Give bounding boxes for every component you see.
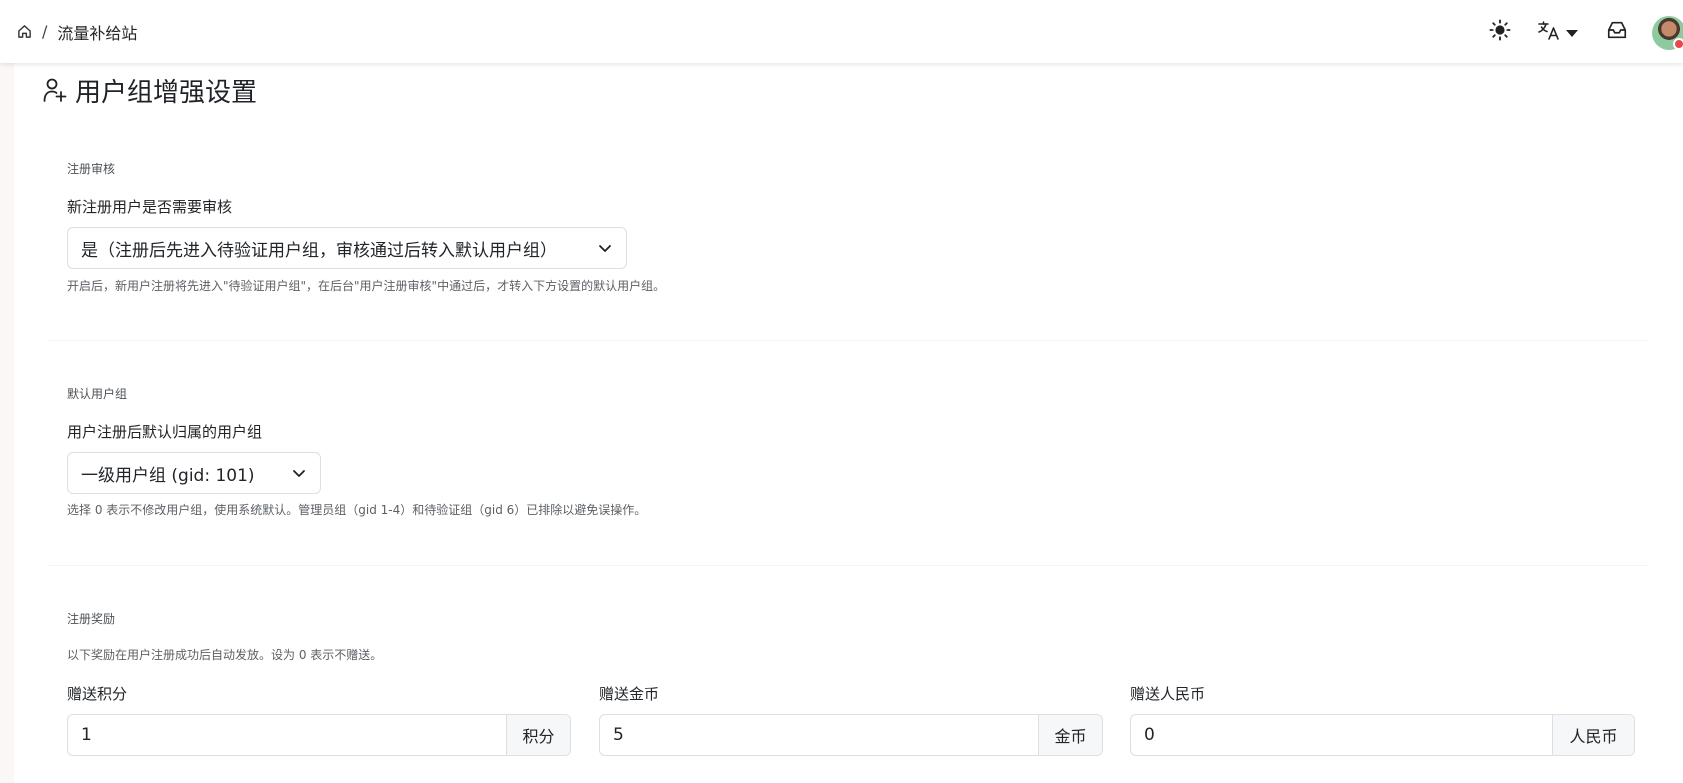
user-plus-icon xyxy=(43,77,67,103)
breadcrumb: / 流量补给站 xyxy=(17,0,137,63)
reward-points-label: 赠送积分 xyxy=(67,685,128,703)
theme-toggle-button[interactable] xyxy=(1486,18,1514,46)
reward-gold-unit: 金币 xyxy=(1038,715,1102,755)
inbox-button[interactable] xyxy=(1603,18,1631,46)
reward-rmb-label: 赠送人民币 xyxy=(1130,685,1206,703)
language-menu-button[interactable] xyxy=(1537,18,1583,46)
reward-gold-input-group: 金币 xyxy=(599,714,1103,756)
breadcrumb-separator: / xyxy=(42,22,48,41)
reward-rmb-input-group: 人民币 xyxy=(1130,714,1635,756)
reward-gold-field: 赠送金币 xyxy=(599,683,659,704)
chevron-down-icon xyxy=(1566,23,1578,42)
chevron-down-icon xyxy=(292,466,306,480)
section-divider xyxy=(47,340,1647,341)
notification-badge xyxy=(1673,38,1683,50)
registration-reward-caption: 注册奖励 xyxy=(67,612,116,626)
default-group-caption: 默认用户组 xyxy=(67,387,128,401)
breadcrumb-site-name[interactable]: 流量补给站 xyxy=(57,20,137,44)
reward-points-input[interactable] xyxy=(68,715,506,755)
default-group-label: 用户注册后默认归属的用户组 xyxy=(67,423,263,441)
registration-review-caption: 注册审核 xyxy=(67,162,116,176)
page-title-text: 用户组增强设置 xyxy=(75,77,258,108)
left-sidebar-edge xyxy=(0,63,14,783)
reward-rmb-field: 赠送人民币 xyxy=(1130,683,1205,704)
reward-points-input-group: 积分 xyxy=(67,714,571,756)
registration-review-help: 开启后，新用户注册将先进入"待验证用户组"，在后台"用户注册审核"中通过后，才转… xyxy=(67,279,666,293)
reward-gold-label: 赠送金币 xyxy=(599,685,660,703)
default-group-selected: 一级用户组 (gid: 101) xyxy=(81,465,255,486)
section-divider xyxy=(47,565,1647,566)
registration-review-label: 新注册用户是否需要审核 xyxy=(67,198,233,216)
reward-points-field: 赠送积分 xyxy=(67,683,127,704)
reward-rmb-unit: 人民币 xyxy=(1552,715,1634,755)
chevron-down-icon xyxy=(598,241,612,255)
translate-icon xyxy=(1537,19,1561,45)
home-icon[interactable] xyxy=(17,24,32,39)
reward-gold-input[interactable] xyxy=(600,715,1038,755)
inbox-icon xyxy=(1606,19,1628,45)
registration-reward-help: 以下奖励在用户注册成功后自动发放。设为 0 表示不赠送。 xyxy=(67,648,383,662)
default-group-help: 选择 0 表示不修改用户组，使用系统默认。管理员组（gid 1-4）和待验证组（… xyxy=(67,503,647,517)
reward-rmb-input[interactable] xyxy=(1131,715,1552,755)
page-title: 用户组增强设置 xyxy=(43,70,257,110)
registration-review-selected: 是（注册后先进入待验证用户组，审核通过后转入默认用户组） xyxy=(81,240,557,261)
default-group-select[interactable]: 一级用户组 (gid: 101) xyxy=(67,452,321,494)
registration-review-select[interactable]: 是（注册后先进入待验证用户组，审核通过后转入默认用户组） xyxy=(67,227,627,269)
sun-icon xyxy=(1489,19,1511,45)
reward-points-unit: 积分 xyxy=(506,715,570,755)
top-navbar: / 流量补给站 xyxy=(0,0,1683,63)
